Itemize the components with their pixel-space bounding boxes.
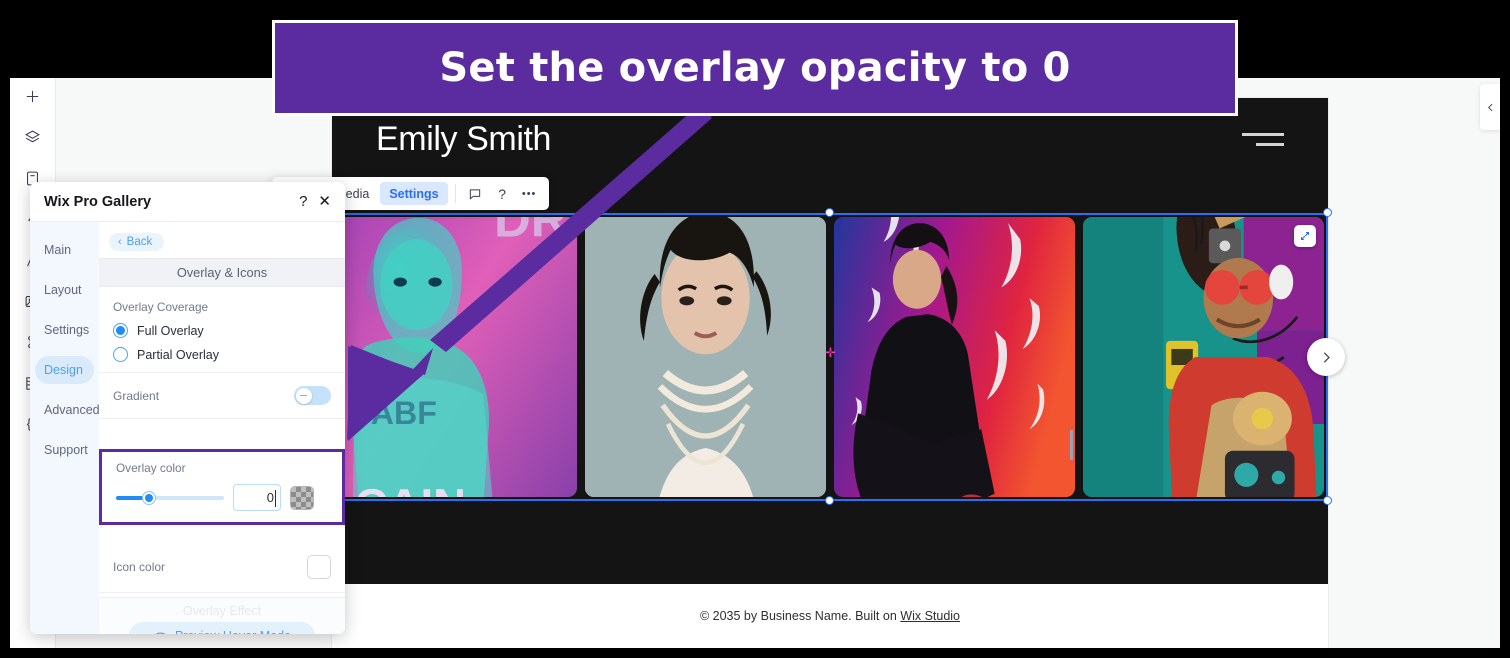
pro-gallery[interactable]: DRE CAIN ABF	[327, 208, 1345, 505]
overlay-color-field: Overlay color 0	[99, 449, 345, 525]
section-title: Overlay & Icons	[99, 258, 345, 287]
radio-full-overlay[interactable]: Full Overlay	[113, 323, 331, 338]
overlay-effect-label: Overlay Effect	[182, 604, 262, 618]
settings-button[interactable]: Settings	[380, 182, 448, 205]
overlay-coverage-field: Overlay Coverage Full Overlay Partial Ov…	[99, 287, 345, 373]
gradient-row: Gradient	[99, 373, 345, 419]
sidebar-item-main[interactable]: Main	[35, 236, 94, 264]
slider-knob[interactable]	[143, 491, 156, 504]
radio-partial-overlay-label: Partial Overlay	[137, 347, 219, 362]
more-options-icon[interactable]: •••	[517, 182, 542, 205]
sidebar-item-settings[interactable]: Settings	[35, 316, 94, 344]
instruction-banner: Set the overlay opacity to 0	[272, 20, 1238, 116]
sidebar-item-support[interactable]: Support	[35, 436, 94, 464]
resize-handle-br[interactable]	[1323, 496, 1332, 505]
sidebar-item-layout[interactable]: Layout	[35, 276, 94, 304]
preview-hover-mode-label: Preview Hover Mode	[175, 629, 291, 634]
overlay-color-controls: 0	[116, 484, 328, 511]
instruction-banner-text: Set the overlay opacity to 0	[439, 45, 1071, 91]
overlay-effect-section: Overlay Effect Preview Hover Mode	[99, 597, 345, 634]
gradient-toggle-knob	[295, 387, 312, 404]
panel-header: Wix Pro Gallery ? ✕	[30, 182, 345, 222]
footer-copyright: © 2035 by Business Name. Built on	[699, 609, 901, 623]
site-footer: © 2035 by Business Name. Built on Wix St…	[332, 584, 1328, 648]
expand-icon[interactable]	[1294, 225, 1316, 247]
anchor-marker: ✛	[825, 345, 836, 360]
toolbar-divider	[454, 184, 456, 203]
overlay-coverage-label: Overlay Coverage	[113, 300, 209, 314]
overlay-opacity-value: 0	[266, 490, 274, 505]
radio-partial-overlay[interactable]: Partial Overlay	[113, 347, 331, 362]
icon-color-swatch[interactable]	[307, 555, 331, 579]
back-row: ‹ Back	[99, 222, 345, 258]
icon-color-row: Icon color	[99, 542, 345, 593]
panel-help-icon[interactable]: ?	[299, 194, 307, 209]
resize-handle-bc[interactable]	[825, 496, 834, 505]
wix-studio-link[interactable]: Wix Studio	[900, 609, 960, 623]
sidebar-item-design[interactable]: Design	[35, 356, 94, 384]
site-body: Gallery	[327, 180, 1345, 648]
chevron-left-icon: ‹	[118, 236, 122, 248]
wix-pro-gallery-panel: Wix Pro Gallery ? ✕ Main Layout Settings…	[30, 182, 345, 634]
panel-content: ‹ Back Overlay & Icons Overlay Coverage …	[99, 222, 345, 634]
overlay-color-label: Overlay color	[116, 461, 186, 475]
overlay-color-swatch[interactable]	[290, 485, 314, 510]
gallery-next-arrow[interactable]	[1307, 338, 1345, 376]
radio-full-overlay-icon	[113, 323, 128, 338]
panel-sidebar: Main Layout Settings Design Advanced Sup…	[30, 222, 100, 634]
hamburger-menu-icon[interactable]	[1242, 132, 1284, 146]
overlay-opacity-input[interactable]: 0	[233, 484, 281, 511]
panel-body: Main Layout Settings Design Advanced Sup…	[30, 222, 345, 634]
collapse-panel-chevron-icon[interactable]	[1480, 84, 1500, 130]
resize-handle-tc[interactable]	[825, 208, 834, 217]
back-button[interactable]: ‹ Back	[109, 233, 165, 251]
back-button-label: Back	[126, 236, 153, 248]
screenshot-root: Desktop (Primary) Emily Smith Gallery	[0, 0, 1510, 658]
icon-color-label: Icon color	[113, 560, 166, 574]
help-icon[interactable]: ?	[490, 182, 515, 205]
radio-full-overlay-label: Full Overlay	[137, 323, 204, 338]
panel-header-actions: ? ✕	[299, 194, 331, 209]
sidebar-item-advanced[interactable]: Advanced	[35, 396, 100, 424]
footer-text: © 2035 by Business Name. Built on Wix St…	[700, 609, 960, 623]
add-icon[interactable]	[21, 84, 45, 108]
gradient-label: Gradient	[113, 388, 160, 403]
comment-icon[interactable]	[463, 182, 488, 205]
layers-icon[interactable]	[21, 125, 45, 149]
panel-title: Wix Pro Gallery	[44, 193, 152, 210]
site-title: Emily Smith	[376, 120, 552, 158]
overlay-opacity-slider[interactable]	[116, 491, 224, 505]
text-caret	[275, 490, 276, 507]
preview-hover-mode-button[interactable]: Preview Hover Mode	[129, 622, 315, 634]
resize-handle-tr[interactable]	[1323, 208, 1332, 217]
gradient-toggle[interactable]	[294, 386, 331, 405]
panel-close-icon[interactable]: ✕	[318, 194, 331, 209]
text-cursor-marker	[1070, 430, 1073, 460]
radio-partial-overlay-icon	[113, 347, 128, 362]
eye-icon	[155, 632, 166, 634]
